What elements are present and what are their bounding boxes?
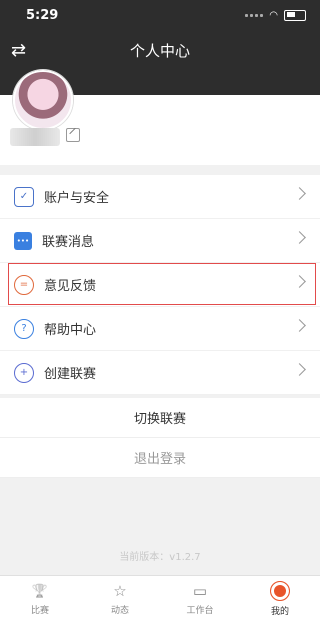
menu-item-feedback[interactable]: = 意见反馈 (0, 263, 320, 307)
menu-item-label: 联赛消息 (42, 235, 95, 250)
avatar[interactable] (13, 70, 73, 130)
add-icon: + (14, 362, 34, 383)
profile-icon (270, 581, 290, 601)
account-actions: 切换联赛 退出登录 (0, 398, 320, 478)
monitor-icon: ▭ (192, 582, 208, 600)
status-time: 5:29 (26, 8, 59, 23)
signal-icon (245, 14, 264, 17)
menu-item-label: 创建联赛 (44, 367, 97, 382)
bottom-tab-bar: 🏆 比赛 ☆ 动态 ▭ 工作台 我的 (0, 575, 320, 622)
switch-league-button[interactable]: 切换联赛 (0, 398, 320, 438)
help-icon: ? (14, 318, 34, 339)
username-blurred (10, 128, 60, 146)
menu-item-label: 账户与安全 (44, 191, 110, 206)
tab-label: 我的 (270, 607, 289, 617)
star-icon: ☆ (113, 582, 127, 600)
battery-icon (284, 10, 306, 21)
status-icons: ◠ (245, 10, 306, 21)
tab-label: 动态 (110, 606, 129, 616)
menu-item-help-center[interactable]: ? 帮助中心 (0, 307, 320, 351)
menu-item-league-messages[interactable]: ••• 联赛消息 (0, 219, 320, 263)
chevron-right-icon (293, 187, 306, 200)
chevron-right-icon (293, 231, 306, 244)
edit-icon[interactable] (66, 128, 80, 142)
menu-item-create-league[interactable]: + 创建联赛 (0, 351, 320, 395)
chevron-right-icon (293, 363, 306, 376)
feedback-icon: = (14, 274, 34, 295)
tab-mine[interactable]: 我的 (240, 576, 320, 622)
tab-label: 比赛 (30, 606, 49, 616)
wifi-icon: ◠ (269, 10, 278, 21)
trophy-icon: 🏆 (31, 583, 49, 599)
tab-workbench[interactable]: ▭ 工作台 (160, 576, 240, 622)
chat-icon: ••• (14, 231, 32, 250)
tab-feed[interactable]: ☆ 动态 (80, 576, 160, 622)
logout-button[interactable]: 退出登录 (0, 438, 320, 478)
tab-label: 工作台 (186, 606, 214, 616)
shield-icon: ✓ (14, 186, 34, 207)
page-title: 个人中心 (129, 42, 190, 60)
menu-item-label: 帮助中心 (44, 323, 97, 338)
profile-section (0, 70, 320, 165)
menu-item-account-security[interactable]: ✓ 账户与安全 (0, 175, 320, 219)
chevron-right-icon (293, 275, 306, 288)
chevron-right-icon (293, 319, 306, 332)
tab-matches[interactable]: 🏆 比赛 (0, 576, 80, 622)
menu-list: ✓ 账户与安全 ••• 联赛消息 = 意见反馈 ? 帮助中心 + 创建联赛 (0, 175, 320, 395)
version-text: 当前版本：v1.2.7 (119, 552, 201, 563)
menu-item-label: 意见反馈 (44, 279, 97, 294)
